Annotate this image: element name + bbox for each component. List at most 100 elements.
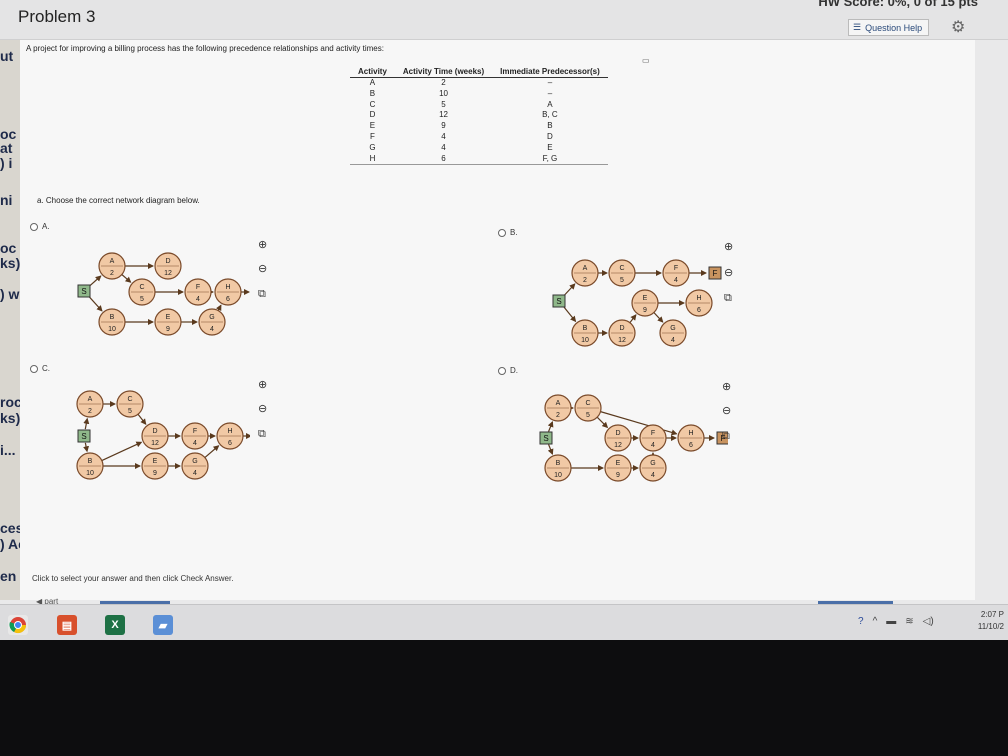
option-d-radio[interactable]: D. bbox=[498, 366, 518, 375]
option-a-label: A. bbox=[42, 222, 50, 231]
popout-icon[interactable]: ⧉ bbox=[722, 430, 730, 443]
table-row: C 5 A bbox=[350, 100, 608, 111]
node-activity-label: A bbox=[583, 265, 588, 272]
node-duration-label: 2 bbox=[88, 408, 92, 415]
node-duration-label: 4 bbox=[651, 472, 655, 479]
activity-node-f: F4 bbox=[662, 259, 690, 287]
activity-node-e: E9 bbox=[631, 289, 659, 317]
zoom-in-icon[interactable]: ⊕ bbox=[722, 380, 731, 393]
system-tray: ? ^ ▬ ≋ ◁) bbox=[858, 616, 934, 627]
predecessor-cell: A bbox=[547, 99, 553, 109]
edge-s-b bbox=[547, 444, 554, 456]
node-duration-label: 9 bbox=[643, 307, 647, 314]
instruction-text: Click to select your answer and then cli… bbox=[32, 574, 234, 583]
notes-icon[interactable]: ▰ bbox=[153, 615, 173, 635]
zoom-out-icon[interactable]: ⊖ bbox=[724, 266, 733, 279]
activity-node-e: E9 bbox=[141, 452, 169, 480]
activity-node-g: G4 bbox=[198, 308, 226, 336]
node-activity-label: B bbox=[88, 458, 93, 465]
gear-icon[interactable]: ⚙ bbox=[951, 17, 965, 37]
activity-cell: F bbox=[370, 131, 375, 141]
finish-node-label: F bbox=[713, 269, 718, 278]
zoom-in-icon[interactable]: ⊕ bbox=[258, 378, 267, 391]
time-cell: 2 bbox=[441, 78, 446, 87]
edge-s-b bbox=[88, 295, 103, 312]
battery-icon[interactable]: ▬ bbox=[886, 616, 896, 627]
node-activity-label: F bbox=[674, 265, 678, 272]
radio-button[interactable] bbox=[498, 366, 506, 375]
table-row: B 10 – bbox=[350, 89, 608, 100]
node-activity-label: E bbox=[166, 314, 171, 321]
activity-cell: H bbox=[350, 153, 395, 166]
activity-node-h: H6 bbox=[214, 278, 242, 306]
time-cell: 4 bbox=[441, 142, 446, 152]
radio-button[interactable] bbox=[498, 228, 506, 237]
chevron-up-icon[interactable]: ^ bbox=[873, 616, 878, 627]
zoom-out-icon[interactable]: ⊖ bbox=[258, 402, 267, 415]
node-duration-label: 10 bbox=[86, 470, 94, 477]
activity-node-a: A2 bbox=[571, 259, 599, 287]
table-row: E 9 B bbox=[350, 121, 608, 132]
edge-b-d bbox=[101, 441, 143, 462]
activity-node-f: F4 bbox=[184, 278, 212, 306]
popout-icon[interactable]: ⧉ bbox=[258, 428, 266, 441]
time-cell: 10 bbox=[439, 88, 448, 98]
zoom-out-icon[interactable]: ⊖ bbox=[258, 262, 267, 275]
wifi-icon[interactable]: ≋ bbox=[905, 616, 913, 627]
edge-g-h bbox=[215, 304, 222, 312]
option-c-radio[interactable]: C. bbox=[30, 364, 50, 373]
radio-button[interactable] bbox=[30, 364, 38, 373]
clock[interactable]: 2:07 P 11/10/2 bbox=[978, 609, 1004, 633]
activity-cell: B bbox=[369, 88, 376, 98]
activity-node-e: E9 bbox=[604, 454, 632, 482]
background-text: ks) bbox=[0, 410, 20, 426]
node-duration-label: 6 bbox=[697, 307, 701, 314]
radio-button[interactable] bbox=[30, 222, 38, 231]
node-activity-label: D bbox=[165, 258, 170, 265]
node-duration-label: 6 bbox=[226, 296, 230, 303]
node-duration-label: 9 bbox=[153, 470, 157, 477]
popout-icon[interactable]: ⧉ bbox=[258, 288, 266, 301]
clock-date: 11/10/2 bbox=[977, 622, 1004, 631]
activity-node-d: D 12 bbox=[154, 252, 182, 280]
edge-s-a bbox=[563, 283, 576, 297]
help-icon[interactable]: ? bbox=[858, 616, 864, 627]
start-node-label: S bbox=[543, 434, 548, 443]
edge-g-h bbox=[204, 445, 220, 458]
node-activity-label: H bbox=[225, 284, 230, 291]
edge-s-b bbox=[83, 442, 90, 453]
predecessor-cell: E bbox=[547, 142, 553, 152]
edge-d-e bbox=[629, 314, 637, 324]
option-a-radio[interactable]: A. bbox=[30, 222, 50, 231]
zoom-in-icon[interactable]: ⊕ bbox=[724, 240, 733, 253]
zoom-in-icon[interactable]: ⊕ bbox=[258, 238, 267, 251]
activity-cell: D bbox=[369, 110, 376, 120]
node-activity-label: B bbox=[110, 314, 115, 321]
background-text: en i bbox=[0, 568, 20, 584]
problem-prompt: A project for improving a billing proces… bbox=[26, 44, 384, 53]
zoom-out-icon[interactable]: ⊖ bbox=[722, 404, 731, 417]
node-duration-label: 2 bbox=[556, 412, 560, 419]
time-cell: 4 bbox=[441, 131, 446, 141]
table-row: F 4 D bbox=[350, 132, 608, 143]
expand-table-icon[interactable]: ▭ bbox=[642, 56, 650, 65]
network-diagram-c: A2B10C5D12E9F4G4H6SF bbox=[76, 390, 250, 480]
left-background-window: utocat) iniocks)) wrocks)i...ces) Acen i bbox=[0, 40, 20, 600]
office-icon[interactable]: ▤ bbox=[57, 615, 77, 635]
node-duration-label: 2 bbox=[583, 277, 587, 284]
chrome-icon[interactable] bbox=[8, 615, 28, 635]
node-duration-label: 4 bbox=[193, 440, 197, 447]
node-duration-label: 10 bbox=[554, 472, 562, 479]
question-help-button[interactable]: ☰ Question Help bbox=[848, 19, 930, 36]
popout-icon[interactable]: ⧉ bbox=[724, 292, 732, 305]
table-row: A 2 – bbox=[350, 78, 608, 89]
edge-c-d bbox=[596, 416, 609, 429]
option-b-radio[interactable]: B. bbox=[498, 228, 518, 237]
excel-icon[interactable]: X bbox=[105, 615, 125, 635]
activity-node-h: H6 bbox=[685, 289, 713, 317]
activity-node-a: A2 bbox=[98, 252, 126, 280]
volume-icon[interactable]: ◁) bbox=[923, 616, 934, 627]
node-activity-label: D bbox=[619, 325, 624, 332]
network-diagram-d: A2B10C5D12E9F4G4H6S F bbox=[539, 394, 728, 482]
problem-title: Problem 3 bbox=[18, 7, 96, 26]
